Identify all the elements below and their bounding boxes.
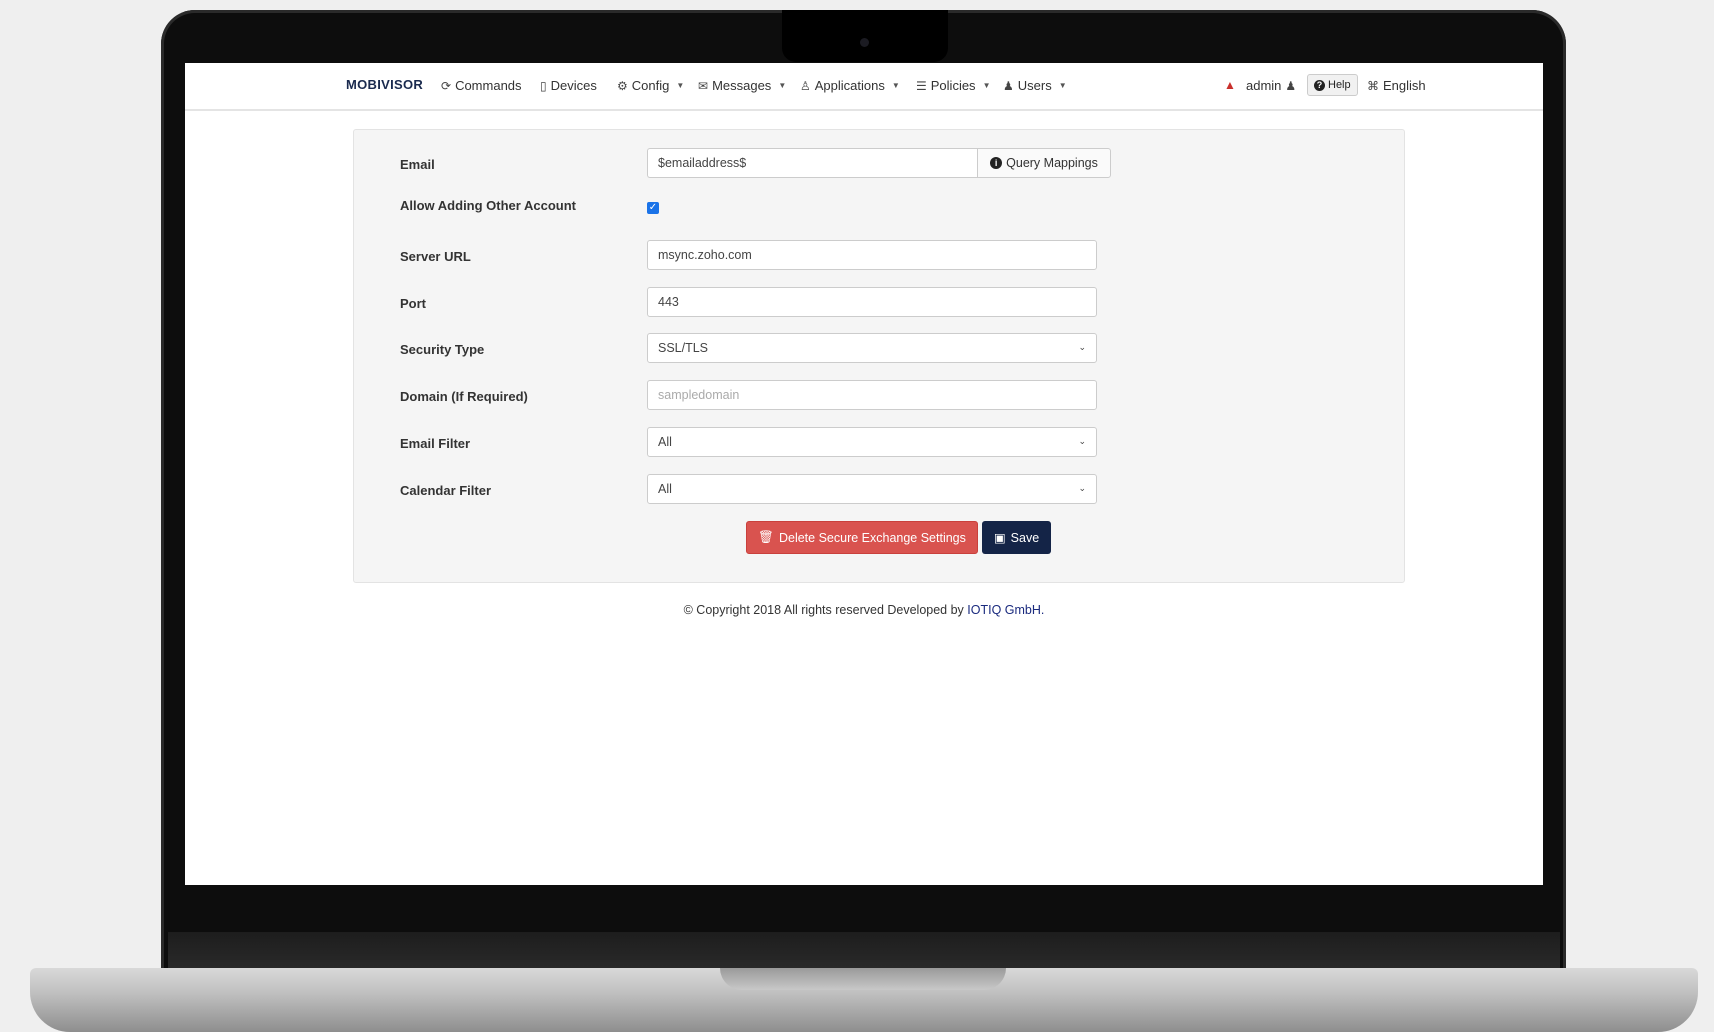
email-filter-label: Email Filter <box>400 436 471 451</box>
port-label: Port <box>400 296 426 311</box>
copyright-text: © Copyright 2018 All rights reserved Dev… <box>683 603 968 617</box>
nav-messages-label: Messages <box>712 78 772 93</box>
company-link[interactable]: IOTIQ GmbH. <box>967 603 1044 617</box>
envelope-icon: ✉ <box>698 78 709 93</box>
user-icon: ♟ <box>1285 78 1297 93</box>
bell-icon: ▲ <box>1224 78 1236 92</box>
exchange-settings-panel: Email $emailaddress$ i Query Mappings Al… <box>353 129 1405 583</box>
chevron-down-icon: ▼ <box>676 81 685 90</box>
chevron-down-icon: ▼ <box>778 81 787 90</box>
email-filter-row: Email Filter All ⌄ <box>354 427 1404 459</box>
laptop-base-notch <box>720 968 1006 990</box>
save-label: Save <box>1010 530 1040 545</box>
nav-messages[interactable]: ✉ Messages ▼ <box>698 78 786 93</box>
camera-notch <box>782 10 948 62</box>
delete-settings-button[interactable]: 🗑 Delete Secure Exchange Settings <box>746 521 978 554</box>
security-type-value: SSL/TLS <box>658 341 709 355</box>
domain-label: Domain (If Required) <box>400 389 528 404</box>
mobile-icon: ▯ <box>540 78 547 93</box>
username-label: admin <box>1246 78 1282 93</box>
email-filter-value: All <box>658 435 672 449</box>
info-icon: i <box>990 157 1003 169</box>
help-label: Help <box>1328 79 1351 91</box>
security-type-select[interactable]: SSL/TLS ⌄ <box>647 333 1097 363</box>
domain-field[interactable]: sampledomain <box>647 380 1097 410</box>
laptop-bezel <box>168 932 1560 973</box>
calendar-filter-label: Calendar Filter <box>400 483 492 498</box>
user-app-icon: ♙ <box>800 78 811 93</box>
gear-icon: ⚙ <box>617 78 628 93</box>
allow-other-checkbox[interactable]: ✓ <box>647 202 659 214</box>
port-field[interactable]: 443 <box>647 287 1097 317</box>
trash-icon: 🗑 <box>758 530 774 544</box>
server-url-field[interactable]: msync.zoho.com <box>647 240 1097 270</box>
nav-applications-label: Applications <box>814 78 885 93</box>
question-icon: ? <box>1314 79 1325 91</box>
allow-other-row: Allow Adding Other Account ✓ <box>354 194 1404 226</box>
allow-other-label: Allow Adding Other Account <box>400 198 576 213</box>
server-url-label: Server URL <box>400 249 471 264</box>
app-screen: MOBIVISOR ⟳ Commands ▯ Devices ⚙ Config … <box>185 63 1543 885</box>
user-menu[interactable]: admin ♟ <box>1246 78 1296 93</box>
floppy-disk-icon: ▣ <box>993 531 1006 545</box>
nav-users-label: Users <box>1017 78 1052 93</box>
nav-applications[interactable]: ♙ Applications ▼ <box>800 78 900 93</box>
nav-commands[interactable]: ⟳ Commands <box>441 78 522 93</box>
port-row: Port 443 <box>354 287 1404 319</box>
nav-commands-label: Commands <box>455 78 522 93</box>
language-label: English <box>1383 78 1426 93</box>
security-type-row: Security Type SSL/TLS ⌄ <box>354 333 1404 365</box>
chevron-down-icon: ⌄ <box>1078 483 1086 493</box>
chevron-down-icon: ⌄ <box>1078 436 1086 446</box>
chevron-down-icon: ▼ <box>891 81 900 90</box>
page-footer: © Copyright 2018 All rights reserved Dev… <box>185 603 1543 617</box>
chevron-down-icon: ▼ <box>1058 81 1067 90</box>
language-selector[interactable]: ⌘ English <box>1367 78 1426 93</box>
chevron-down-icon: ▼ <box>982 81 991 90</box>
query-mappings-button[interactable]: i Query Mappings <box>977 148 1111 178</box>
nav-devices[interactable]: ▯ Devices <box>540 78 597 93</box>
chevron-down-icon: ⌄ <box>1078 342 1086 352</box>
email-field[interactable]: $emailaddress$ <box>647 148 977 178</box>
nav-users[interactable]: ♟ Users ▼ <box>1003 78 1067 93</box>
domain-row: Domain (If Required) sampledomain <box>354 380 1404 412</box>
user-icon: ♟ <box>1003 78 1014 93</box>
help-button[interactable]: ? Help <box>1307 74 1358 96</box>
save-button[interactable]: ▣ Save <box>982 521 1051 554</box>
query-mappings-label: Query Mappings <box>1006 156 1098 170</box>
list-icon: ☰ <box>916 78 927 93</box>
top-navbar: MOBIVISOR ⟳ Commands ▯ Devices ⚙ Config … <box>185 63 1543 111</box>
email-label: Email <box>400 157 435 172</box>
nav-policies-label: Policies <box>930 78 976 93</box>
brand-logo[interactable]: MOBIVISOR <box>346 77 423 92</box>
notification-bell[interactable]: ▲ <box>1224 78 1236 92</box>
camera-icon <box>860 38 869 47</box>
language-icon: ⌘ <box>1367 78 1379 93</box>
email-filter-select[interactable]: All ⌄ <box>647 427 1097 457</box>
nav-config[interactable]: ⚙ Config ▼ <box>617 78 684 93</box>
nav-policies[interactable]: ☰ Policies ▼ <box>916 78 990 93</box>
calendar-filter-select[interactable]: All ⌄ <box>647 474 1097 504</box>
calendar-filter-row: Calendar Filter All ⌄ <box>354 474 1404 506</box>
refresh-icon: ⟳ <box>441 78 452 93</box>
delete-settings-label: Delete Secure Exchange Settings <box>778 530 966 545</box>
server-url-row: Server URL msync.zoho.com <box>354 240 1404 272</box>
calendar-filter-value: All <box>658 482 672 496</box>
security-type-label: Security Type <box>400 342 485 357</box>
email-row: Email $emailaddress$ i Query Mappings <box>354 148 1404 180</box>
nav-devices-label: Devices <box>550 78 597 93</box>
nav-config-label: Config <box>631 78 670 93</box>
